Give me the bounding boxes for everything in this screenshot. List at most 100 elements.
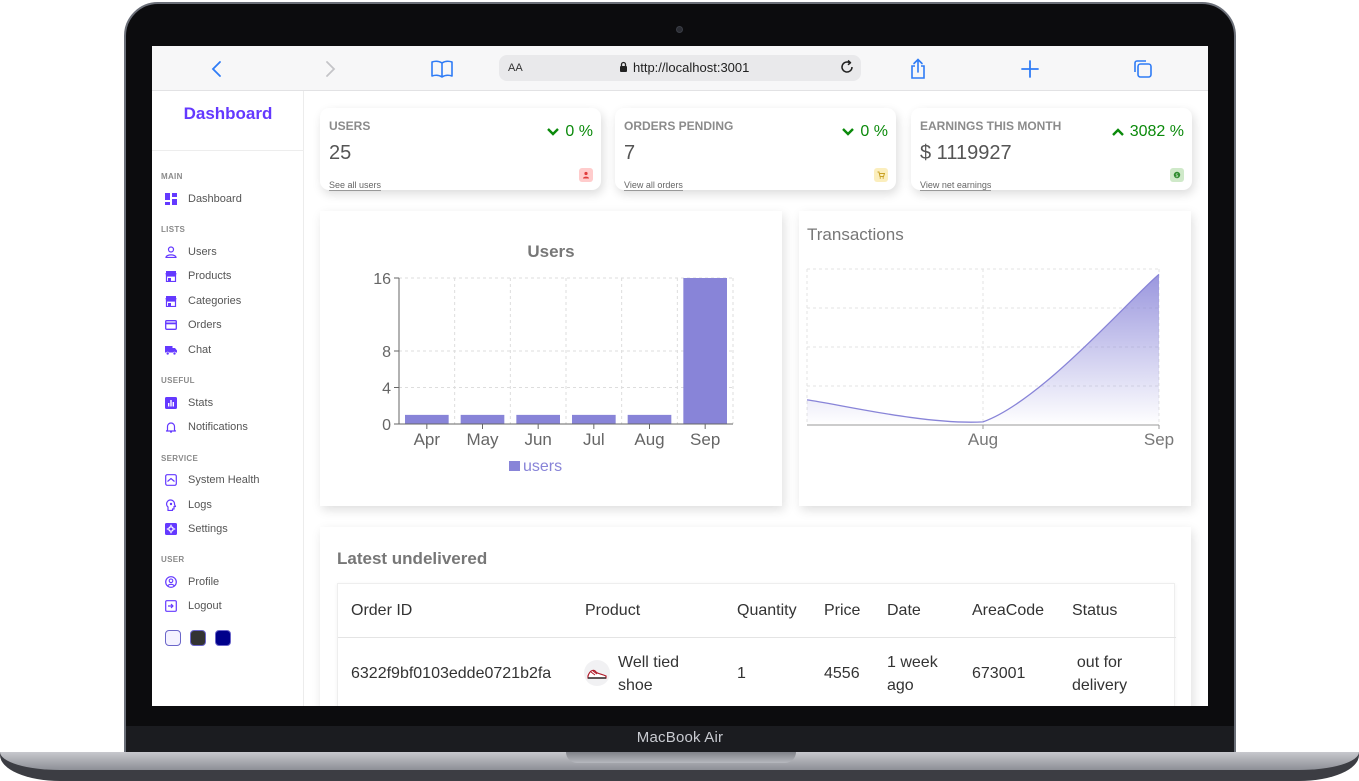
- laptop-notch: [566, 752, 796, 763]
- laptop-model-label: MacBook Air: [636, 729, 724, 746]
- sidebar-item-label: Settings: [188, 523, 228, 535]
- product-thumbnail: [584, 660, 610, 686]
- column-header[interactable]: Order ID: [351, 602, 412, 620]
- screen: AA http://localhost:3001 Dashboard MAIN …: [152, 46, 1208, 706]
- x-tick-label: May: [466, 430, 499, 449]
- section-title-useful: USEFUL: [161, 376, 195, 385]
- tabs-icon: [1134, 60, 1152, 78]
- column-header[interactable]: Status: [1072, 602, 1117, 620]
- sidebar-item-settings[interactable]: Settings: [165, 520, 228, 538]
- y-tick-label: 8: [382, 344, 391, 361]
- product-name-line: Well tied: [618, 654, 680, 671]
- browser-toolbar: AA http://localhost:3001: [152, 46, 1208, 91]
- sidebar-item-users[interactable]: Users: [165, 243, 217, 261]
- widget-title: ORDERS PENDING: [624, 119, 734, 133]
- cell-date: 1 week ago: [887, 651, 938, 697]
- sidebar-item-label: Stats: [188, 397, 214, 409]
- sidebar-item-label: System Health: [188, 474, 260, 486]
- column-header[interactable]: Product: [585, 602, 640, 620]
- sidebar-item-categories[interactable]: Categories: [165, 292, 241, 310]
- store-icon: [165, 296, 177, 307]
- account-circle-icon: [165, 576, 177, 588]
- widget-link[interactable]: View net earnings: [920, 180, 992, 191]
- sidebar-item-products[interactable]: Products: [165, 267, 231, 285]
- widget-link[interactable]: See all users: [329, 180, 382, 191]
- lock-icon: [620, 61, 627, 72]
- chevron-down-icon: [547, 128, 560, 136]
- sidebar-item-label: Orders: [188, 319, 222, 331]
- widget-percentage: 3082 %: [1111, 123, 1184, 141]
- orders-table: Order ID Product Quantity Price Date Are…: [337, 583, 1176, 706]
- sidebar-item-label: Notifications: [188, 421, 248, 433]
- widget-value: 7: [624, 142, 636, 164]
- bar: [405, 414, 449, 424]
- health-monitor-icon: [165, 474, 177, 486]
- sidebar-item-label: Categories: [188, 295, 242, 307]
- widget-value: $ 1119927: [920, 142, 1012, 164]
- sidebar-item-dashboard[interactable]: Dashboard: [165, 190, 242, 208]
- reload-icon[interactable]: [838, 58, 856, 76]
- sidebar-item-orders[interactable]: Orders: [165, 316, 222, 334]
- x-tick-label: Aug: [634, 430, 664, 449]
- widget-badge: $: [1170, 168, 1184, 182]
- tabs-overview-button[interactable]: [1131, 57, 1155, 81]
- column-header[interactable]: Price: [824, 602, 860, 620]
- latest-undelivered-panel: Latest undelivered Order ID Product Quan…: [320, 527, 1191, 706]
- cell-price: 4556: [824, 665, 860, 682]
- transactions-chart-panel: Transactions Aug Sep: [799, 211, 1191, 506]
- sidebar-item-profile[interactable]: Profile: [165, 573, 219, 591]
- theme-swatch-blue[interactable]: [215, 630, 231, 646]
- widget-link[interactable]: View all orders: [624, 180, 683, 191]
- cell-product: Well tied shoe: [618, 651, 679, 697]
- shopping-cart-icon: [877, 171, 885, 179]
- bookmarks-button[interactable]: [430, 57, 454, 81]
- widget-earnings: EARNINGS THIS MONTH $ 1119927 View net e…: [911, 108, 1192, 191]
- bar-chart-icon: [165, 397, 177, 409]
- sidebar-item-notifications[interactable]: Notifications: [165, 418, 248, 436]
- sidebar-item-label: Logs: [188, 499, 212, 511]
- legend-swatch: [509, 461, 520, 471]
- sidebar-item-logout[interactable]: Logout: [165, 597, 222, 615]
- widget-percentage: 0 %: [546, 123, 593, 141]
- person-icon: [165, 246, 177, 258]
- theme-swatch-light[interactable]: [165, 630, 181, 646]
- widget-badge: [874, 168, 888, 182]
- bar: [683, 278, 727, 424]
- new-tab-button[interactable]: [1018, 57, 1042, 81]
- cell-quantity: 1: [737, 665, 746, 682]
- widget-orders-pending: ORDERS PENDING 7 View all orders 0 %: [615, 108, 896, 191]
- sidebar-item-system-health[interactable]: System Health: [165, 471, 260, 489]
- settings-icon: [165, 523, 177, 535]
- sidebar-item-logs[interactable]: Logs: [165, 496, 212, 514]
- x-tick-label: Jun: [524, 430, 551, 449]
- forward-button[interactable]: [318, 57, 342, 81]
- column-header[interactable]: Date: [887, 602, 921, 620]
- credit-card-icon: [165, 320, 177, 330]
- column-header[interactable]: Quantity: [737, 602, 797, 620]
- sidebar-item-label: Logout: [188, 600, 222, 612]
- widget-percentage: 0 %: [841, 123, 888, 141]
- cell-status: out for delivery: [1072, 651, 1127, 697]
- date-line: 1 week: [887, 654, 938, 671]
- users-chart-panel: Users 0 4 8 16 Apr May Jun Jul Aug Sep users: [320, 211, 782, 506]
- money-icon: $: [1173, 171, 1181, 179]
- text-size-button[interactable]: AA: [508, 62, 523, 74]
- status-line: delivery: [1072, 677, 1128, 694]
- y-tick-label: 16: [373, 271, 391, 288]
- section-title-user: USER: [161, 555, 185, 564]
- sidebar-logo[interactable]: Dashboard: [152, 104, 304, 124]
- bar: [460, 414, 505, 424]
- psychology-icon: [166, 499, 177, 511]
- back-button[interactable]: [205, 57, 229, 81]
- column-header[interactable]: AreaCode: [972, 602, 1044, 620]
- status-line: out for: [1076, 654, 1123, 671]
- y-tick-label: 4: [382, 381, 391, 398]
- share-button[interactable]: [906, 57, 930, 81]
- widget-title: EARNINGS THIS MONTH: [920, 119, 1062, 133]
- sidebar-item-stats[interactable]: Stats: [165, 394, 213, 412]
- sidebar-item-chat[interactable]: Chat: [165, 341, 211, 359]
- chevron-left-icon: [211, 61, 221, 77]
- address-bar[interactable]: AA http://localhost:3001: [499, 55, 861, 81]
- x-tick-label: Jul: [583, 430, 605, 449]
- theme-swatch-dark[interactable]: [190, 630, 206, 646]
